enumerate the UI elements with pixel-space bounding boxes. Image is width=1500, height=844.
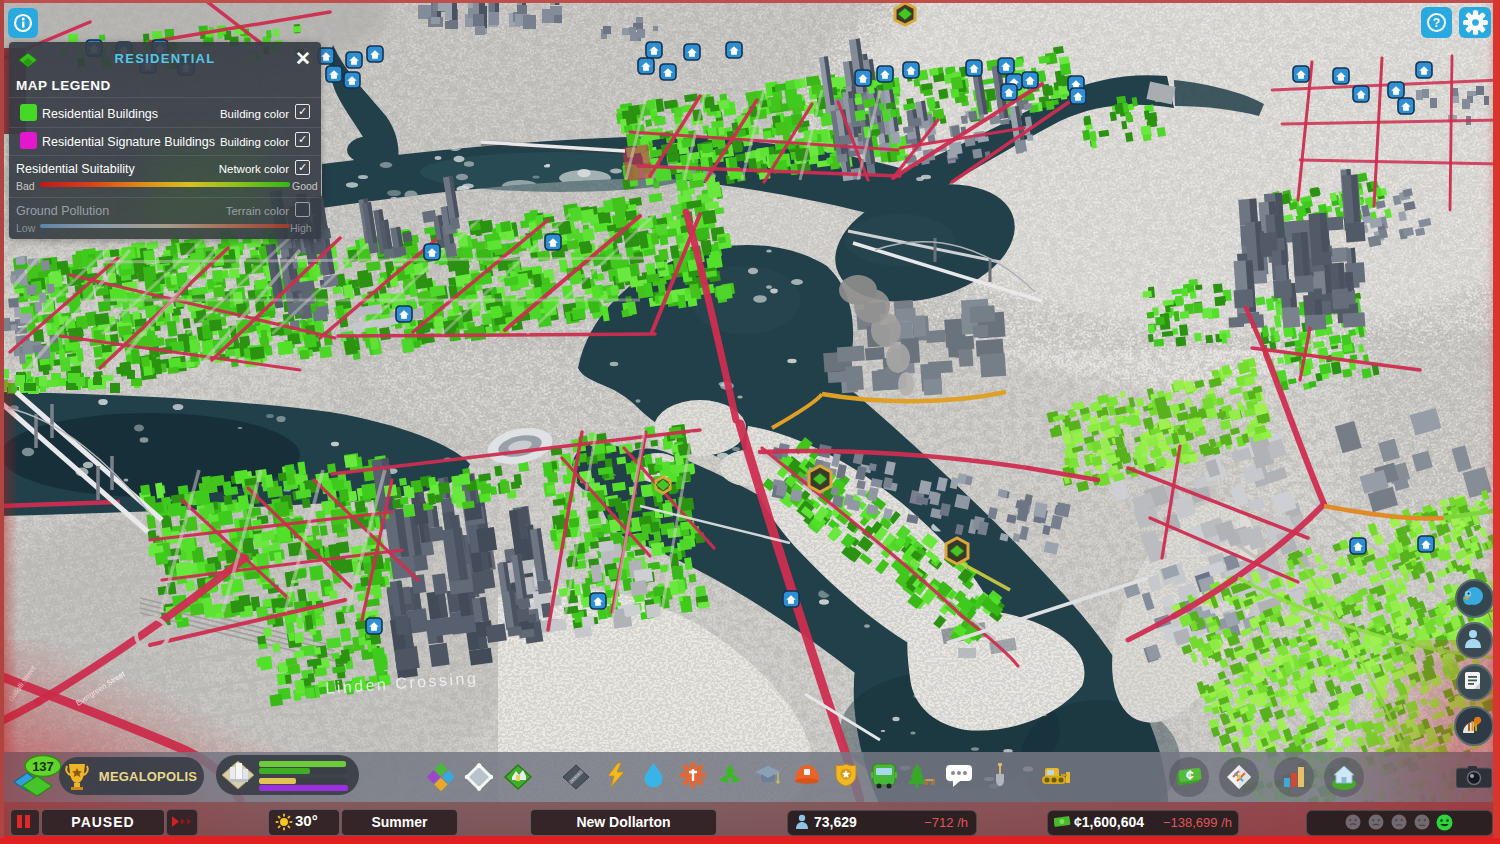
- svg-text:?: ?: [1433, 16, 1440, 30]
- svg-text:¢: ¢: [1186, 767, 1194, 783]
- svg-text:137: 137: [32, 759, 54, 774]
